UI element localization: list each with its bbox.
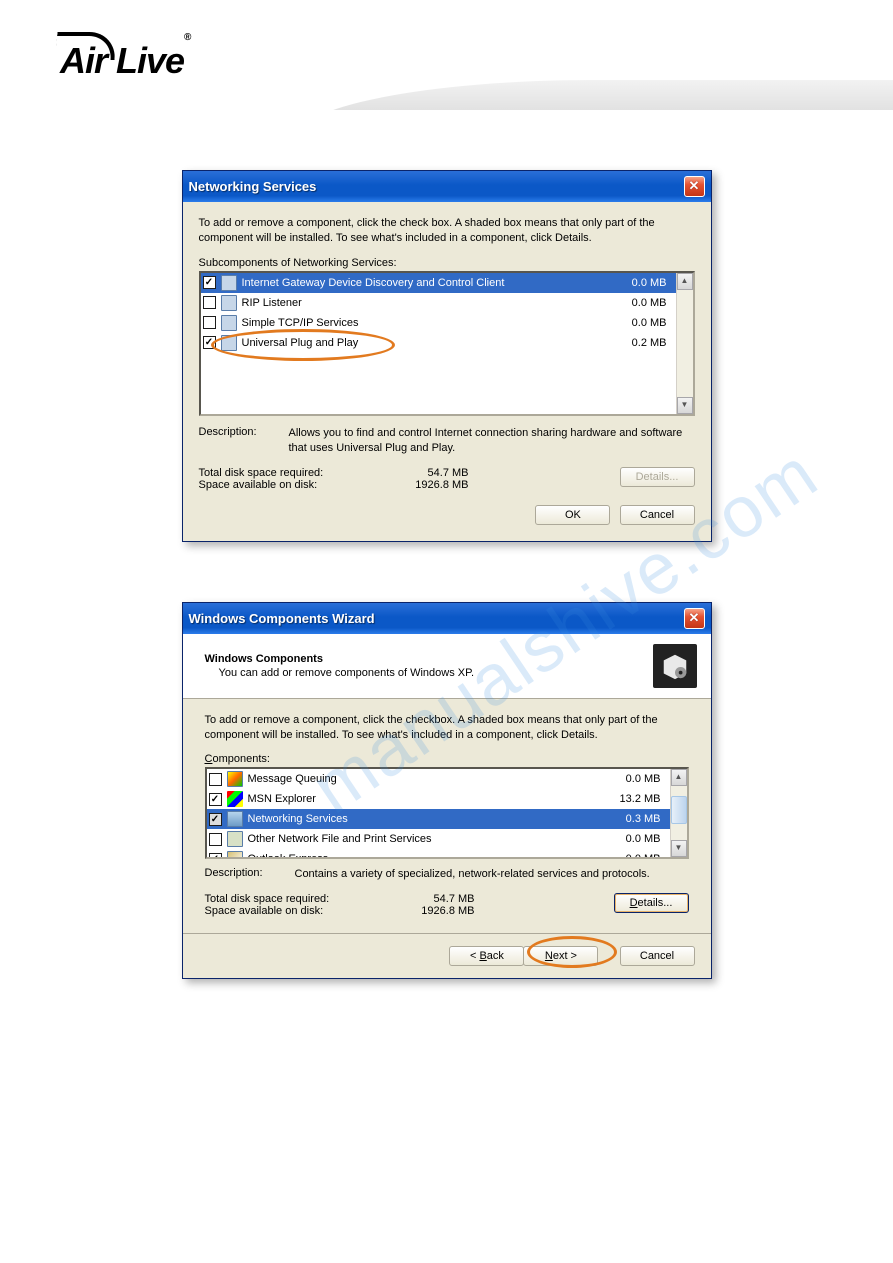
avail-space-value: 1926.8 MB [385,905,475,917]
list-item-label: Simple TCP/IP Services [242,315,602,331]
header-swoosh [293,80,893,140]
list-item-label: Internet Gateway Device Discovery and Co… [242,275,602,291]
description-label: Description: [199,426,289,457]
details-button: Details... [620,467,695,487]
list-item[interactable]: Internet Gateway Device Discovery and Co… [201,273,693,293]
list-item-size: 0.0 MB [601,771,661,787]
checkbox[interactable] [203,276,216,289]
checkbox[interactable] [203,336,216,349]
list-item-label: Message Queuing [248,771,596,787]
list-item-label: Universal Plug and Play [242,335,602,351]
total-space-label: Total disk space required: [199,467,379,479]
total-space-value: 54.7 MB [385,893,475,905]
scroll-down-icon[interactable]: ▼ [671,840,687,857]
avail-space-label: Space available on disk: [199,479,379,491]
list-item[interactable]: Networking Services 0.3 MB [207,809,687,829]
scrollbar-thumb[interactable] [671,796,687,824]
wizard-header: Windows Components You can add or remove… [183,634,711,699]
wizard-header-subtitle: You can add or remove components of Wind… [219,667,653,679]
component-icon [227,771,243,787]
list-item-label: Outlook Express [248,851,596,859]
scrollbar[interactable]: ▲ ▼ [676,273,693,414]
component-icon [221,295,237,311]
dialog2-listbox[interactable]: Message Queuing 0.0 MB MSN Explorer 13.2 MB… [205,767,689,859]
next-button[interactable]: Next > [523,946,598,966]
component-icon [227,851,243,859]
list-item-label: RIP Listener [242,295,602,311]
package-icon [653,644,697,688]
list-item-label: Other Network File and Print Services [248,831,596,847]
header-logo-area: Air Live® [60,40,833,120]
scroll-up-icon[interactable]: ▲ [671,769,687,786]
checkbox[interactable] [203,296,216,309]
list-item-label: MSN Explorer [248,791,596,807]
list-item-size: 0.0 MB [601,831,661,847]
list-item[interactable]: RIP Listener 0.0 MB [201,293,693,313]
cancel-button[interactable]: Cancel [620,946,695,966]
list-item-size: 0.0 MB [607,315,667,331]
list-item[interactable]: MSN Explorer 13.2 MB [207,789,687,809]
total-space-value: 54.7 MB [379,467,469,479]
description-label: Description: [205,867,295,882]
avail-space-label: Space available on disk: [205,905,385,917]
dialog1-list-label: Subcomponents of Networking Services: [199,257,695,269]
checkbox[interactable] [209,833,222,846]
wizard-header-title: Windows Components [205,653,653,665]
back-button[interactable]: < Back [449,946,524,966]
close-icon[interactable]: ✕ [684,608,705,629]
dialog2-list-label: Components: [205,753,689,765]
avail-space-value: 1926.8 MB [379,479,469,491]
scroll-up-icon[interactable]: ▲ [677,273,693,290]
dialog1-listbox[interactable]: Internet Gateway Device Discovery and Co… [199,271,695,416]
dialog2-title: Windows Components Wizard [189,611,375,626]
checkbox[interactable] [209,793,222,806]
list-item-size: 0.3 MB [601,811,661,827]
dialog1-instruction: To add or remove a component, click the … [199,216,695,247]
component-icon [221,275,237,291]
list-item[interactable]: Message Queuing 0.0 MB [207,769,687,789]
cancel-button[interactable]: Cancel [620,505,695,525]
details-button[interactable]: Details... [614,893,689,913]
list-item-size: 13.2 MB [601,791,661,807]
component-icon [227,831,243,847]
dialog2-instruction: To add or remove a component, click the … [205,713,689,744]
description-text: Contains a variety of specialized, netwo… [295,867,689,882]
list-item[interactable]: Outlook Express 0.0 MB [207,849,687,859]
scrollbar[interactable]: ▲ ▼ [670,769,687,857]
total-space-label: Total disk space required: [205,893,385,905]
list-item[interactable]: Other Network File and Print Services 0.0… [207,829,687,849]
scroll-down-icon[interactable]: ▼ [677,397,693,414]
list-item[interactable]: Simple TCP/IP Services 0.0 MB [201,313,693,333]
list-item-size: 0.2 MB [607,335,667,351]
checkbox[interactable] [203,316,216,329]
list-item-size: 0.0 MB [607,275,667,291]
list-item-label: Networking Services [248,811,596,827]
ok-button[interactable]: OK [535,505,610,525]
close-icon[interactable]: ✕ [684,176,705,197]
component-icon [221,315,237,331]
checkbox[interactable] [209,773,222,786]
windows-components-wizard-dialog: Windows Components Wizard ✕ Windows Comp… [182,602,712,979]
checkbox[interactable] [209,813,222,826]
component-icon [227,791,243,807]
list-item-size: 0.0 MB [607,295,667,311]
description-text: Allows you to find and control Internet … [289,426,695,457]
dialog1-title: Networking Services [189,179,317,194]
component-icon [227,811,243,827]
dialog2-titlebar[interactable]: Windows Components Wizard ✕ [183,603,711,634]
checkbox[interactable] [209,853,222,860]
list-item-size: 0.0 MB [601,851,661,859]
brand-logo: Air Live® [60,40,190,82]
list-item[interactable]: Universal Plug and Play 0.2 MB [201,333,693,353]
dialog1-titlebar[interactable]: Networking Services ✕ [183,171,711,202]
networking-services-dialog: Networking Services ✕ To add or remove a… [182,170,712,542]
component-icon [221,335,237,351]
